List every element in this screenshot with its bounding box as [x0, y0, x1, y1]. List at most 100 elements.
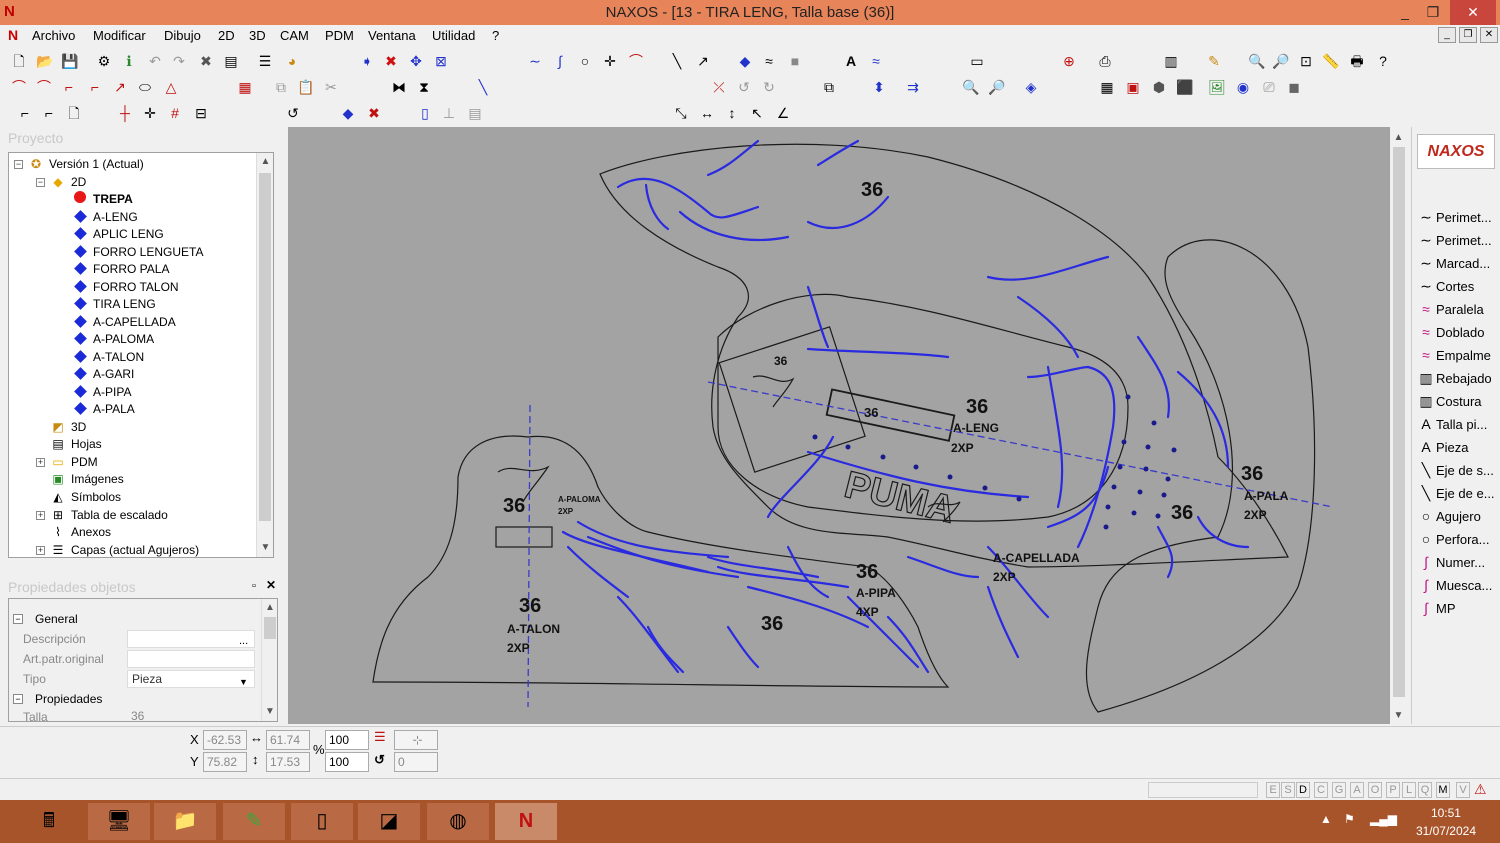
magnifier-icon[interactable]: 🔍 [962, 78, 980, 96]
scroll-down-arrow-icon[interactable]: ▼ [1390, 707, 1407, 724]
delete-icon[interactable]: ✖ [197, 52, 215, 70]
corner3-icon[interactable]: ↗ [111, 78, 129, 96]
section-general[interactable]: − General [9, 609, 259, 629]
drawing-canvas[interactable]: PUMA 36 36 36 36 36 36 36 36 36 36 A-LEN… [288, 127, 1390, 724]
nodes-icon[interactable]: ◈ [1022, 78, 1040, 96]
corner-icon[interactable]: ⌐ [60, 78, 78, 96]
globe-icon[interactable]: ◉ [1234, 78, 1252, 96]
descripcion-browse-button[interactable]: ... [239, 631, 248, 651]
tool-marcado[interactable]: ∼ Marcad... [1416, 255, 1498, 276]
tool-perimetro-1[interactable]: ∼ Perimet... [1416, 209, 1498, 230]
tool-agujero[interactable]: ○ Agujero [1416, 508, 1498, 529]
tool-perforado[interactable]: ○ Perfora... [1416, 531, 1498, 552]
scroll-thumb[interactable] [259, 173, 271, 521]
rectangle-icon[interactable]: ▭ [968, 52, 986, 70]
target-icon[interactable]: ⊕ [1060, 52, 1078, 70]
stitch-icon[interactable]: ▥ [1162, 52, 1180, 70]
shape-icon[interactable]: ⬢ [1150, 78, 1168, 96]
move-cross-icon[interactable]: ✛ [141, 104, 159, 122]
status-toggle[interactable]: E [1266, 782, 1280, 798]
tool-talla-pieza[interactable]: A Talla pi... [1416, 416, 1498, 437]
copy-icon[interactable]: ⧉ [272, 78, 290, 96]
taskbar-calculator-icon[interactable]: 🖩 [18, 803, 80, 840]
scroll-down-arrow-icon[interactable]: ▼ [262, 703, 277, 720]
arc-icon[interactable]: ⌒ [627, 52, 645, 70]
status-toggle[interactable]: L [1402, 782, 1416, 798]
status-toggle[interactable]: D [1296, 782, 1310, 798]
properties-icon[interactable]: ▤ [222, 52, 240, 70]
triangle-icon[interactable]: △ [162, 78, 180, 96]
spline-icon[interactable]: ∫ [551, 52, 569, 70]
x-coordinate-field[interactable]: -62.53 [203, 730, 247, 750]
tool-cortes[interactable]: ∼ Cortes [1416, 278, 1498, 299]
scroll-up-arrow-icon[interactable]: ▲ [257, 153, 273, 170]
cut-icon[interactable]: ✂ [322, 78, 340, 96]
tool-perimetro-2[interactable]: ∼ Perimet... [1416, 232, 1498, 253]
fill-icon[interactable]: ■ [786, 52, 804, 70]
rotate-left-icon[interactable]: ↺ [735, 78, 753, 96]
tree-item-piece[interactable]: A-GARI [73, 366, 134, 383]
prop-artpatr[interactable]: Art.patr.original [9, 649, 259, 669]
taskbar-naxos-icon[interactable]: N [495, 803, 557, 840]
tool-rebajado[interactable]: ▥ Rebajado [1416, 370, 1498, 391]
duplicate-icon[interactable]: ⧉ [820, 78, 838, 96]
status-toggle[interactable]: M [1436, 782, 1450, 798]
tree-item-piece[interactable]: TIRA LENG [73, 296, 156, 313]
tree-item-imagenes[interactable]: ▣ Imágenes [51, 471, 123, 488]
status-toggle[interactable]: P [1386, 782, 1400, 798]
diagonal-dim-icon[interactable]: ⤡ [672, 104, 690, 122]
mdi-minimize-button[interactable]: _ [1438, 27, 1456, 43]
status-toggle[interactable]: O [1368, 782, 1382, 798]
tree-collapse-root[interactable]: − [14, 160, 23, 169]
tree-item-piece[interactable]: A-PALA [73, 401, 135, 418]
align-left-icon[interactable]: ☰ [374, 729, 386, 745]
tool-paralela[interactable]: ≈ Paralela [1416, 301, 1498, 322]
pin-panel-icon[interactable]: ▫ [252, 580, 256, 592]
tool-costura[interactable]: ▥ Costura [1416, 393, 1498, 414]
magnifier2-icon[interactable]: 🔎 [988, 78, 1006, 96]
diamond-x-icon[interactable]: ✖ [365, 104, 383, 122]
tray-expand-icon[interactable]: ▲ [1320, 812, 1332, 826]
scroll-up-arrow-icon[interactable]: ▲ [262, 599, 277, 616]
tree-item-piece[interactable]: FORRO LENGUETA [73, 244, 203, 261]
rotate-icon[interactable]: ↺ [374, 752, 385, 768]
page-icon[interactable]: 🗋 [65, 104, 83, 122]
tree-expand-pdm[interactable]: + [36, 458, 45, 467]
tree-item-2d[interactable]: ◆ 2D [51, 174, 86, 191]
tool-muesca[interactable]: ∫ Muesca... [1416, 577, 1498, 598]
save-icon[interactable]: 💾 [61, 52, 79, 70]
menu-help[interactable]: ? [492, 28, 499, 43]
prop-tipo[interactable]: Tipo Pieza ▼ [9, 669, 259, 689]
tree-item-anexos[interactable]: ⌇ Anexos [51, 524, 111, 541]
tray-flag-icon[interactable]: ⚑ [1344, 812, 1355, 826]
menu-utilidad[interactable]: Utilidad [432, 28, 475, 43]
status-alert-icon[interactable]: ⚠ [1474, 781, 1487, 798]
tipo-select[interactable]: Pieza [127, 670, 255, 688]
window-icon[interactable]: ▣ [1124, 78, 1142, 96]
layers-icon[interactable]: ☰ [256, 52, 274, 70]
taskbar-notes-icon[interactable]: ◪ [358, 803, 420, 840]
tool-eje-simetria[interactable]: ╲ Eje de s... [1416, 462, 1498, 483]
tree-item-piece[interactable]: FORRO TALON [73, 279, 179, 296]
scroll-up-arrow-icon[interactable]: ▲ [1390, 129, 1407, 146]
paste-icon[interactable]: 📋 [297, 78, 315, 96]
tool-pieza[interactable]: A Pieza [1416, 439, 1498, 460]
artpatr-field[interactable] [127, 650, 255, 668]
status-toggle[interactable]: A [1350, 782, 1364, 798]
taskbar-folder-icon[interactable]: 📁 [154, 803, 216, 840]
props-scrollbar[interactable]: ▲ ▼ [261, 599, 277, 721]
taskbar-explorer-icon[interactable]: 🖥 [88, 803, 150, 840]
settings-gear-icon[interactable]: ⚙ [95, 52, 113, 70]
section-propiedades[interactable]: − Propiedades [9, 689, 259, 709]
rotation-field[interactable]: 0 [394, 752, 438, 772]
circle-icon[interactable]: ○ [576, 52, 594, 70]
rotate-right-icon[interactable]: ↻ [760, 78, 778, 96]
taskbar-chrome-icon[interactable]: ◍ [427, 803, 489, 840]
fit-icon[interactable]: ⊠ [432, 52, 450, 70]
curve-icon[interactable]: ∼ [526, 52, 544, 70]
taskbar-clock[interactable]: 10:51 31/07/2024 [1416, 804, 1476, 840]
wave-icon[interactable]: ≈ [760, 52, 778, 70]
snap-grid-icon[interactable]: ⊹ [394, 730, 438, 750]
tree-item-piece[interactable]: A-TALON [73, 349, 144, 366]
arrows-vertical-icon[interactable]: ⬍ [870, 78, 888, 96]
